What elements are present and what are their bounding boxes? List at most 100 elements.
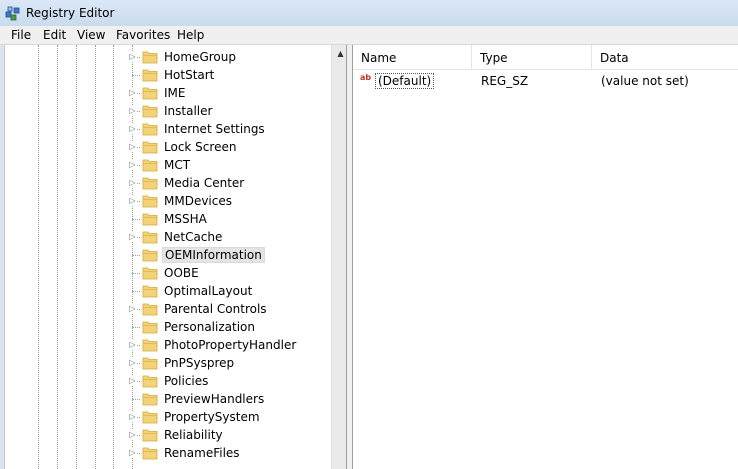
tree-key-label[interactable]: Reliability [162, 427, 225, 443]
menu-favorites[interactable]: Favorites [114, 28, 172, 42]
tree-key-row[interactable]: OEMInformation [5, 246, 335, 264]
tree-key-row[interactable]: ▷ Installer [5, 102, 335, 120]
tree-key-row[interactable]: ▷ Lock Screen [5, 138, 335, 156]
expand-arrow-icon[interactable]: ▷ [128, 142, 137, 151]
title-bar[interactable]: Registry Editor [0, 0, 738, 26]
expand-arrow-icon[interactable]: ▷ [128, 412, 137, 421]
tree-key-row[interactable]: PreviewHandlers [5, 390, 335, 408]
tree-key-row[interactable]: MSSHA [5, 210, 335, 228]
folder-icon [142, 176, 158, 190]
folder-icon [142, 86, 158, 100]
folder-icon [142, 122, 158, 136]
menu-bar: File Edit View Favorites Help [0, 26, 738, 45]
tree-key-row[interactable]: ▷ Policies [5, 372, 335, 390]
tree-key-label[interactable]: MSSHA [162, 211, 209, 227]
expand-arrow-icon[interactable]: ▷ [128, 160, 137, 169]
tree-key-label[interactable]: OOBE [162, 265, 201, 281]
tree-key-label[interactable]: NetCache [162, 229, 224, 245]
tree-key-label[interactable]: Parental Controls [162, 301, 269, 317]
expand-arrow-icon[interactable]: ▷ [128, 52, 137, 61]
tree-key-row[interactable]: ▷ NetCache [5, 228, 335, 246]
tree-key-label[interactable]: IME [162, 85, 187, 101]
folder-icon [142, 248, 158, 262]
expand-arrow-icon[interactable]: ▷ [128, 106, 137, 115]
tree-key-row[interactable]: ▷ IME [5, 84, 335, 102]
tree-key-label[interactable]: PropertySystem [162, 409, 262, 425]
column-type-header[interactable]: Type [472, 45, 592, 70]
tree-key-row[interactable]: Personalization [5, 318, 335, 336]
list-header: Name Type Data [353, 45, 738, 70]
tree-key-label[interactable]: HotStart [162, 67, 216, 83]
tree-key-row[interactable]: ▷ Reliability [5, 426, 335, 444]
folder-icon [142, 194, 158, 208]
expand-arrow-icon[interactable]: ▷ [128, 340, 137, 349]
tree-key-label[interactable]: Policies [162, 373, 210, 389]
folder-icon [142, 284, 158, 298]
tree-key-row[interactable]: ▷ PhotoPropertyHandler [5, 336, 335, 354]
tree-scrollbar[interactable]: ▲ [331, 45, 346, 469]
expand-arrow-icon[interactable]: ▷ [128, 124, 137, 133]
folder-icon [142, 158, 158, 172]
value-type: REG_SZ [481, 74, 529, 88]
folder-icon [142, 50, 158, 64]
expand-arrow-icon[interactable]: ▷ [128, 196, 137, 205]
menu-view[interactable]: View [75, 28, 107, 42]
tree-key-label[interactable]: OptimalLayout [162, 283, 254, 299]
tree-key-row[interactable]: ▷ Media Center [5, 174, 335, 192]
tree-key-row[interactable]: OptimalLayout [5, 282, 335, 300]
folder-icon [142, 392, 158, 406]
value-name[interactable]: (Default) [375, 73, 435, 89]
folder-icon [142, 374, 158, 388]
tree-key-row[interactable]: ▷ MMDevices [5, 192, 335, 210]
tree-key-label[interactable]: PreviewHandlers [162, 391, 266, 407]
tree-key-label[interactable]: PnPSysprep [162, 355, 236, 371]
tree-key-row[interactable]: OOBE [5, 264, 335, 282]
tree-key-label[interactable]: MCT [162, 157, 192, 173]
column-data-header[interactable]: Data [592, 45, 738, 70]
folder-icon [142, 320, 158, 334]
tree-key-label[interactable]: PhotoPropertyHandler [162, 337, 298, 353]
expand-arrow-icon[interactable]: ▷ [128, 376, 137, 385]
tree-key-row[interactable]: ▷ MCT [5, 156, 335, 174]
expand-arrow-icon[interactable]: ▷ [128, 358, 137, 367]
expand-arrow-icon[interactable]: ▷ [128, 304, 137, 313]
menu-file[interactable]: File [9, 28, 33, 42]
tree-key-label[interactable]: Installer [162, 103, 214, 119]
tree-key-label[interactable]: Personalization [162, 319, 257, 335]
tree-key-row[interactable]: ▷ RenameFiles [5, 444, 335, 462]
tree-key-label[interactable]: Media Center [162, 175, 246, 191]
tree-key-row[interactable]: ▷ Parental Controls [5, 300, 335, 318]
tree-key-label[interactable]: HomeGroup [162, 49, 238, 65]
tree-key-row[interactable]: HotStart [5, 66, 335, 84]
folder-icon [142, 338, 158, 352]
tree-key-row[interactable]: ▷ Internet Settings [5, 120, 335, 138]
key-tree[interactable]: ▷ HomeGroup HotStart ▷ IME ▷ Installer ▷ Interne… [4, 45, 347, 469]
tree-key-label[interactable]: OEMInformation [162, 247, 265, 263]
folder-icon [142, 266, 158, 280]
column-name-header[interactable]: Name [353, 45, 472, 70]
tree-key-row[interactable]: ▷ PnPSysprep [5, 354, 335, 372]
tree-key-label[interactable]: RenameFiles [162, 445, 242, 461]
value-row[interactable]: ab (Default) REG_SZ (value not set) [353, 71, 738, 91]
expand-arrow-icon[interactable]: ▷ [128, 232, 137, 241]
tree-branch-line [132, 327, 140, 328]
tree-branch-line [132, 399, 140, 400]
tree-key-label[interactable]: MMDevices [162, 193, 234, 209]
menu-edit[interactable]: Edit [41, 28, 68, 42]
folder-icon [142, 212, 158, 226]
scroll-up-arrow-icon[interactable]: ▲ [332, 45, 346, 62]
tree-key-label[interactable]: Internet Settings [162, 121, 267, 137]
string-value-icon: ab [360, 73, 372, 82]
tree-key-label[interactable]: Lock Screen [162, 139, 238, 155]
tree-key-row[interactable]: ▷ HomeGroup [5, 48, 335, 66]
value-list[interactable]: Name Type Data ab (Default) REG_SZ (valu… [352, 45, 738, 469]
tree-key-row[interactable]: ▷ PropertySystem [5, 408, 335, 426]
folder-icon [142, 140, 158, 154]
expand-arrow-icon[interactable]: ▷ [128, 178, 137, 187]
expand-arrow-icon[interactable]: ▷ [128, 88, 137, 97]
folder-icon [142, 68, 158, 82]
menu-help[interactable]: Help [175, 28, 206, 42]
expand-arrow-icon[interactable]: ▷ [128, 448, 137, 457]
folder-icon [142, 104, 158, 118]
expand-arrow-icon[interactable]: ▷ [128, 430, 137, 439]
